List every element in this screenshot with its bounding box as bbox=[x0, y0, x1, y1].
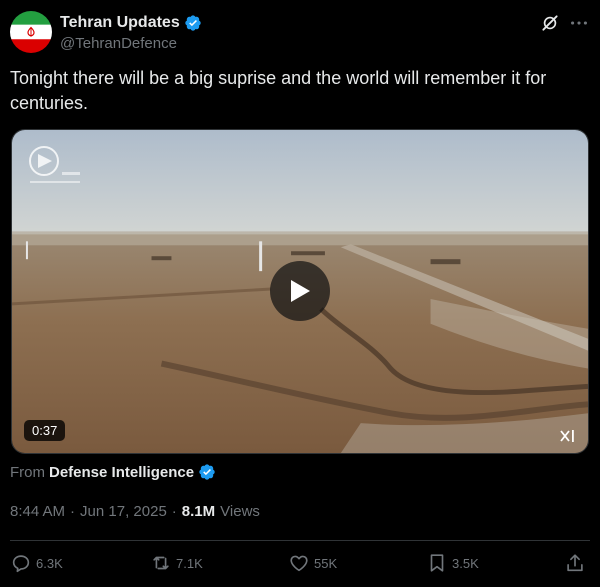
watermark-logo-icon bbox=[29, 146, 80, 183]
video-player[interactable]: 0:37 bbox=[11, 129, 589, 454]
heart-icon bbox=[290, 555, 308, 572]
reply-button[interactable]: 6.3K bbox=[10, 552, 63, 574]
verified-badge-icon bbox=[199, 464, 215, 480]
avatar[interactable] bbox=[10, 11, 52, 53]
reply-icon bbox=[12, 555, 30, 573]
bookmark-icon bbox=[430, 554, 444, 572]
author-names: Tehran Updates @TehranDefence bbox=[60, 13, 202, 52]
grok-icon[interactable] bbox=[540, 13, 560, 33]
like-button[interactable]: 55K bbox=[288, 552, 337, 574]
author-handle[interactable]: @TehranDefence bbox=[60, 35, 202, 52]
repost-count: 7.1K bbox=[176, 555, 203, 571]
tweet-date[interactable]: Jun 17, 2025 bbox=[80, 503, 167, 520]
meta-separator: · bbox=[70, 503, 76, 520]
from-label: From bbox=[10, 463, 45, 481]
media-source: From Defense Intelligence bbox=[10, 463, 216, 481]
tweet-header: Tehran Updates @TehranDefence bbox=[10, 11, 590, 55]
share-icon bbox=[567, 554, 583, 572]
play-button[interactable] bbox=[270, 261, 330, 321]
more-options-icon[interactable] bbox=[568, 13, 590, 33]
bookmark-button[interactable]: 3.5K bbox=[426, 552, 479, 574]
source-name-link[interactable]: Defense Intelligence bbox=[49, 464, 194, 481]
divider bbox=[10, 540, 590, 541]
share-button[interactable] bbox=[564, 552, 586, 574]
views-label: Views bbox=[220, 503, 260, 520]
iran-flag-avatar-icon bbox=[10, 11, 52, 53]
tweet-time[interactable]: 8:44 AM bbox=[10, 503, 65, 520]
reply-count: 6.3K bbox=[36, 555, 63, 571]
bookmark-count: 3.5K bbox=[452, 555, 479, 571]
display-name[interactable]: Tehran Updates bbox=[60, 14, 180, 32]
tweet-text: Tonight there will be a big suprise and … bbox=[10, 68, 547, 113]
tweet-meta: 8:44 AM · Jun 17, 2025 · 8.1M Views bbox=[10, 503, 260, 520]
like-count: 55K bbox=[314, 555, 338, 571]
action-bar: 6.3K 7.1K 55K 3.5K bbox=[10, 552, 588, 576]
mute-icon[interactable] bbox=[558, 428, 576, 444]
video-duration: 0:37 bbox=[24, 420, 66, 441]
display-name-row: Tehran Updates bbox=[60, 13, 202, 33]
views-count: 8.1M bbox=[181, 503, 216, 520]
verified-badge-icon bbox=[185, 15, 201, 31]
repost-button[interactable]: 7.1K bbox=[150, 552, 203, 574]
meta-separator: · bbox=[171, 503, 177, 520]
repost-icon bbox=[153, 556, 169, 570]
play-icon bbox=[291, 280, 310, 302]
